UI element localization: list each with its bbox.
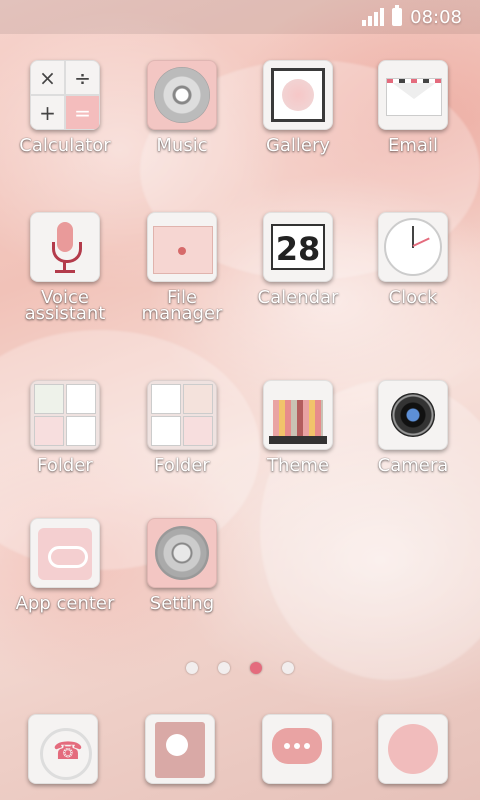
app-file-manager[interactable]: File manager (127, 212, 237, 324)
clock-icon (378, 212, 448, 282)
page-dot[interactable] (218, 662, 230, 674)
app-folder[interactable]: Folder (10, 380, 120, 476)
app-label: Camera (377, 455, 449, 476)
gear-icon (147, 518, 217, 588)
theme-pencils-icon (263, 380, 333, 450)
app-label: Folder (37, 455, 93, 476)
app-label: File manager (141, 287, 223, 324)
page-dot[interactable] (186, 662, 198, 674)
app-label: Setting (149, 593, 215, 614)
shopping-bag-icon (30, 518, 100, 588)
app-label: Folder (154, 455, 210, 476)
app-label: Clock (388, 287, 438, 308)
dock (0, 712, 480, 800)
signal-icon (362, 8, 385, 26)
email-envelope-icon (378, 60, 448, 130)
page-indicator (0, 662, 480, 674)
app-music[interactable]: Music (127, 60, 237, 156)
app-label: Email (388, 135, 438, 156)
app-label: Theme (266, 455, 330, 476)
calc-equals-symbol: = (65, 95, 100, 130)
calc-divide-symbol: ÷ (65, 60, 100, 95)
app-folder[interactable]: Folder (127, 380, 237, 476)
calc-times-symbol: × (30, 60, 65, 95)
home-screen: 08:08 × ÷ + = Calculator Music Gallery E… (0, 0, 480, 800)
gallery-icon (263, 60, 333, 130)
app-clock[interactable]: Clock (358, 212, 468, 308)
app-theme[interactable]: Theme (243, 380, 353, 476)
microphone-icon (30, 212, 100, 282)
app-camera[interactable]: Camera (358, 380, 468, 476)
folder-icon (147, 380, 217, 450)
contacts-icon[interactable] (145, 714, 215, 784)
app-voice-assistant[interactable]: Voice assistant (10, 212, 120, 324)
app-setting[interactable]: Setting (127, 518, 237, 614)
battery-icon (392, 5, 403, 26)
calculator-icon: × ÷ + = (30, 60, 100, 130)
clock-time: 08:08 (410, 6, 462, 28)
folder-icon (30, 380, 100, 450)
calc-plus-symbol: + (30, 95, 65, 130)
app-label: Voice assistant (24, 287, 106, 324)
app-calculator[interactable]: × ÷ + = Calculator (10, 60, 120, 156)
app-app-center[interactable]: App center (10, 518, 120, 614)
messages-icon[interactable] (262, 714, 332, 784)
app-label: App center (15, 593, 115, 614)
app-label: Calculator (19, 135, 111, 156)
page-dot[interactable] (282, 662, 294, 674)
calendar-icon: 28 (263, 212, 333, 282)
app-gallery[interactable]: Gallery (243, 60, 353, 156)
app-label: Gallery (265, 135, 331, 156)
app-email[interactable]: Email (358, 60, 468, 156)
music-cd-icon (147, 60, 217, 130)
page-dot-active[interactable] (250, 662, 262, 674)
phone-icon[interactable] (28, 714, 98, 784)
browser-globe-icon[interactable] (378, 714, 448, 784)
file-folder-icon (147, 212, 217, 282)
calendar-day: 28 (271, 224, 325, 270)
app-label: Calendar (257, 287, 339, 308)
status-bar: 08:08 (0, 0, 480, 34)
app-calendar[interactable]: 28 Calendar (243, 212, 353, 308)
camera-lens-icon (378, 380, 448, 450)
app-label: Music (156, 135, 208, 156)
